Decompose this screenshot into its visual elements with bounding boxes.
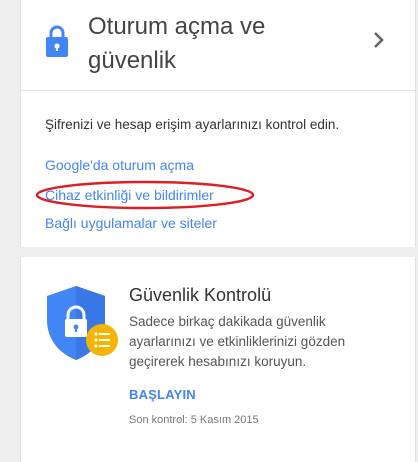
card-description: Şifrenizi ve hesap erişim ayarlarınızı k… <box>45 117 340 132</box>
security-checkup-description: Sadece birkaç dakikada güvenlik ayarları… <box>129 314 346 369</box>
start-button[interactable]: BAŞLAYIN <box>129 387 196 402</box>
signin-security-card: Oturum açma ve güvenlik Şifrenizi ve hes… <box>20 0 416 247</box>
lock-icon <box>46 25 68 57</box>
card-header[interactable]: Oturum açma ve güvenlik <box>21 0 415 91</box>
card-title: Oturum açma ve güvenlik <box>88 13 266 74</box>
last-check-date: Son kontrol: 5 Kasım 2015 <box>129 414 259 426</box>
security-checkup-title: Güvenlik Kontrolü <box>129 285 272 305</box>
security-checkup-card: Güvenlik Kontrolü Sadece birkaç dakikada… <box>20 257 416 462</box>
chevron-right-icon[interactable] <box>373 31 385 49</box>
link-device-activity[interactable]: Cihaz etkinliği ve bildirimler <box>45 187 214 203</box>
checklist-badge-icon <box>86 324 118 356</box>
link-google-signin[interactable]: Google'da oturum açma <box>45 157 194 173</box>
link-connected-apps[interactable]: Bağlı uygulamalar ve siteler <box>45 215 217 231</box>
page: Oturum açma ve güvenlik Şifrenizi ve hes… <box>0 0 418 462</box>
